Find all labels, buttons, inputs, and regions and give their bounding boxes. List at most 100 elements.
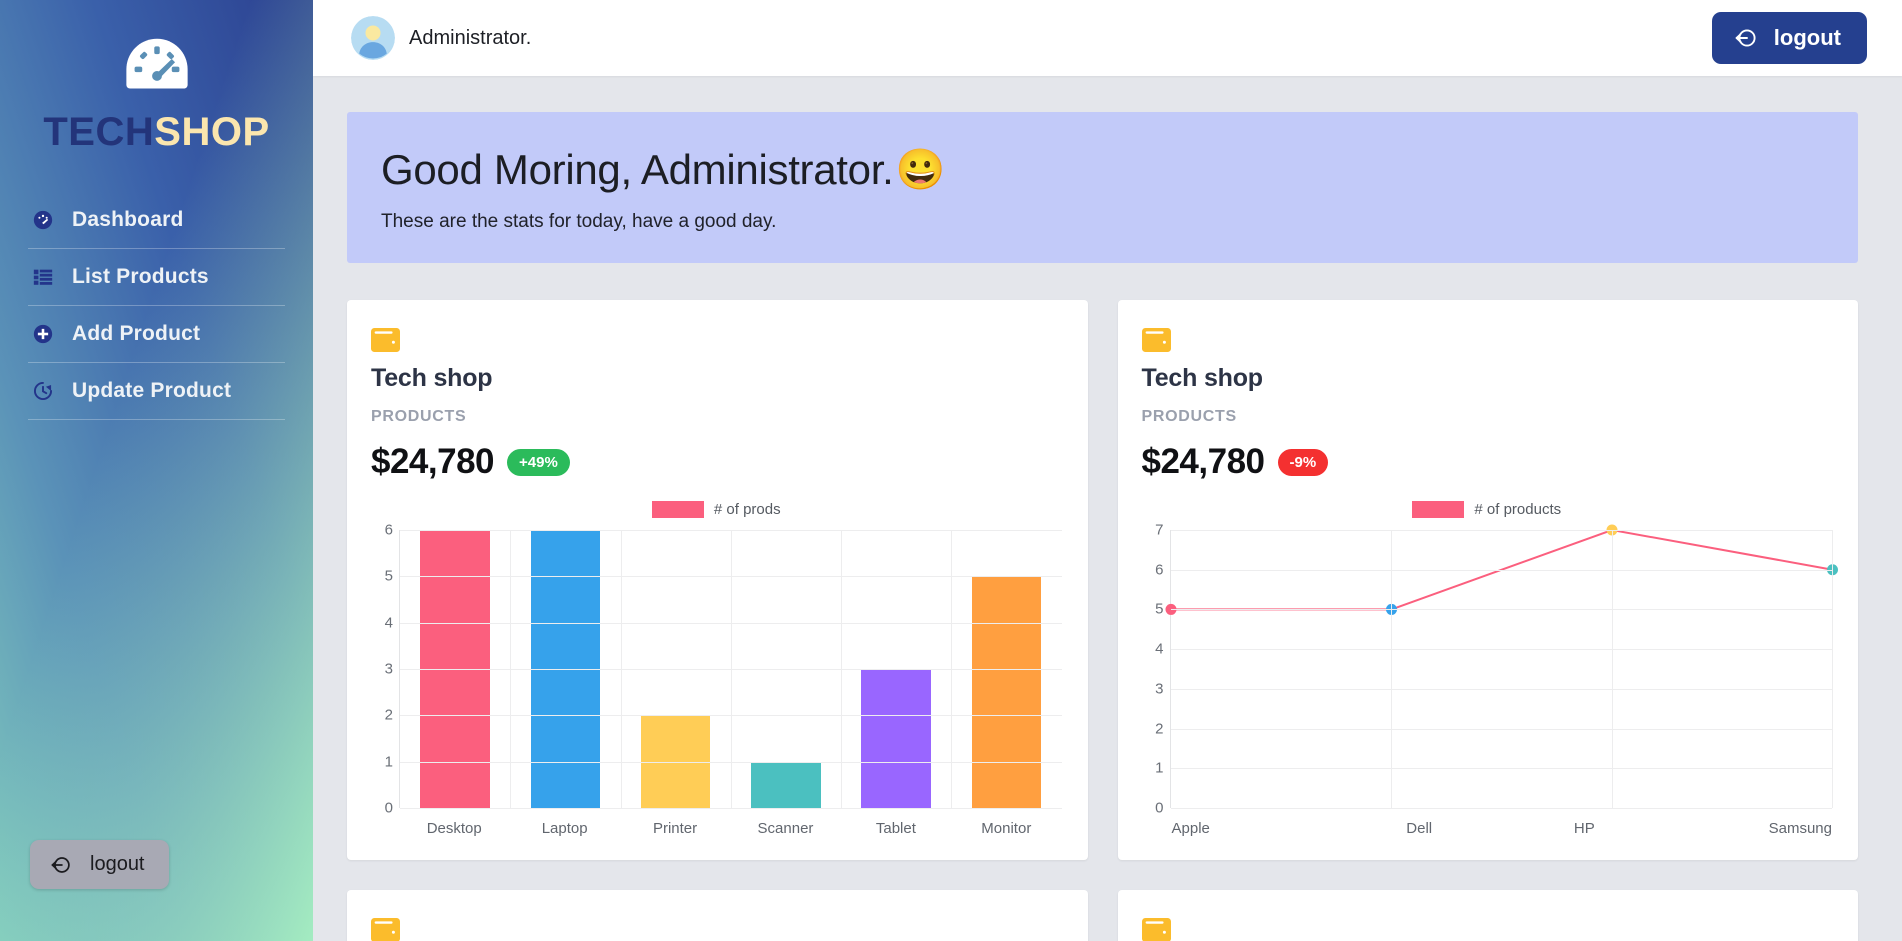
y-tick-label: 5 (1155, 600, 1164, 618)
line-plot-area: 0 1 2 3 4 5 6 7 (1142, 523, 1838, 816)
topbar: Administrator. logout (313, 0, 1902, 76)
brand-text-secondary: SHOP (154, 110, 270, 154)
main-region: Administrator. logout Good Moring, Admin… (313, 0, 1902, 941)
wallet-icon (371, 328, 400, 353)
greeting-subtitle: These are the stats for today, have a go… (381, 211, 777, 233)
gridline (841, 530, 842, 809)
legend-label: # of prods (713, 500, 781, 518)
greeting-title-text: Good Moring, Administrator. (381, 146, 894, 193)
gridline (1170, 569, 1832, 571)
gridline (1170, 808, 1832, 810)
gridline (1170, 768, 1832, 770)
gridline (1170, 688, 1832, 690)
sidebar-item-list-products[interactable]: List Products (28, 249, 285, 306)
status-badge: +49% (507, 448, 570, 476)
y-tick-label: 4 (1155, 640, 1164, 658)
chart-legend: # of prods (371, 496, 1062, 522)
user-info: Administrator. (351, 16, 531, 60)
gridline (1611, 530, 1613, 809)
sidebar: TECHSHOP Dashboard List Products Add Pro… (0, 0, 313, 941)
brand-text-primary: TECH (43, 110, 155, 154)
y-tick-label: 3 (384, 660, 393, 678)
x-tick-label: Desktop (426, 820, 482, 838)
sidebar-item-label: Dashboard (72, 208, 184, 231)
x-tick-label: Samsung (1768, 820, 1832, 838)
y-tick-label: 0 (1155, 799, 1164, 817)
sidebar-item-dashboard[interactable]: Dashboard (28, 192, 285, 249)
gridline (1832, 530, 1833, 809)
chart-legend: # of products (1142, 496, 1833, 522)
sidebar-logout-label: logout (90, 853, 145, 875)
y-tick-label: 7 (1155, 521, 1164, 539)
bar-chart: # of prods 0 1 2 3 4 5 6 Desktop Laptop Printer S… (371, 496, 1062, 837)
gridline (1391, 530, 1392, 809)
x-tick-label: Tablet (875, 820, 916, 838)
bar-chart-x-axis: Desktop Laptop Printer Scanner Tablet Monitor (399, 820, 1062, 837)
card-value-row: $24,780 +49% (371, 442, 1062, 482)
card-title: Tech shop (1141, 364, 1264, 393)
sidebar-item-update-product[interactable]: Update Product (28, 363, 285, 420)
legend-swatch (651, 500, 704, 518)
content-scroll: Good Moring, Administrator. 😀 These are t… (313, 76, 1902, 941)
wallet-icon (371, 918, 400, 941)
sidebar-logout-button[interactable]: logout (30, 840, 169, 889)
card-title: Tech shop (371, 364, 493, 393)
tachometer-icon (33, 210, 53, 230)
line-chart-grid (1165, 524, 1838, 810)
gridline (510, 530, 512, 809)
stat-card-bottom-right (1117, 890, 1858, 941)
y-tick-label: 2 (384, 706, 393, 724)
x-tick-label: HP (1573, 820, 1595, 838)
sign-out-icon (1735, 29, 1756, 47)
plus-circle-icon (33, 324, 53, 344)
card-value-row: $24,780 -9% (1142, 442, 1833, 482)
topbar-logout-button[interactable]: logout (1711, 12, 1867, 64)
card-value: $24,780 (371, 442, 495, 482)
greeting-banner: Good Moring, Administrator. 😀 These are t… (347, 112, 1858, 264)
topbar-logout-label: logout (1773, 25, 1841, 50)
x-tick-label: Scanner (757, 820, 814, 838)
bar-plot-area: 0 1 2 3 4 5 6 (371, 523, 1062, 816)
gridline (620, 530, 622, 809)
y-tick-label: 4 (384, 614, 393, 632)
y-tick-label: 6 (384, 521, 393, 539)
user-avatar (351, 16, 395, 60)
bar-chart-y-axis: 0 1 2 3 4 5 6 (371, 523, 399, 816)
y-tick-label: 1 (384, 753, 393, 771)
wallet-icon (1141, 328, 1171, 353)
sidebar-item-add-product[interactable]: Add Product (28, 306, 285, 363)
sidebar-item-label: List Products (72, 265, 209, 288)
gauge-icon (125, 38, 188, 89)
y-tick-label: 2 (1155, 720, 1164, 738)
wallet-icon (1141, 918, 1171, 941)
sign-out-icon (51, 856, 70, 873)
brand-text: TECHSHOP (0, 112, 313, 152)
stat-card-bottom-left (347, 890, 1088, 941)
x-tick-label: Monitor (981, 820, 1032, 838)
card-subtitle: PRODUCTS (1141, 408, 1237, 426)
line-chart: # of products 0 1 2 3 4 5 6 7 Apple Dell HP Samsun… (1142, 496, 1838, 837)
status-badge: -9% (1277, 448, 1329, 476)
legend-label: # of products (1474, 500, 1562, 518)
greeting-title: Good Moring, Administrator. 😀 (381, 146, 1824, 193)
y-tick-label: 0 (384, 799, 393, 817)
y-tick-label: 3 (1155, 680, 1164, 698)
legend-swatch (1412, 500, 1465, 518)
stat-cards-grid: Tech shop PRODUCTS $24,780 +49% # of pro… (347, 300, 1858, 941)
line-chart-y-axis: 0 1 2 3 4 5 6 7 (1142, 523, 1170, 816)
x-tick-label: Apple (1171, 820, 1210, 838)
gridline (1170, 609, 1832, 611)
list-icon (33, 269, 53, 285)
gridline (951, 530, 953, 809)
gridline (1170, 530, 1832, 532)
stat-card-line: Tech shop PRODUCTS $24,780 -9% # of prod… (1117, 300, 1858, 861)
gridline (730, 530, 732, 809)
y-tick-label: 5 (384, 567, 393, 585)
bar[interactable] (751, 761, 821, 809)
clock-rotate-icon (34, 381, 53, 400)
app-root: TECHSHOP Dashboard List Products Add Pro… (0, 0, 1902, 941)
bar[interactable] (861, 669, 931, 809)
y-tick-label: 1 (1155, 759, 1164, 777)
line-chart-x-axis: Apple Dell HP Samsung (1170, 820, 1833, 837)
bar[interactable] (971, 576, 1042, 809)
